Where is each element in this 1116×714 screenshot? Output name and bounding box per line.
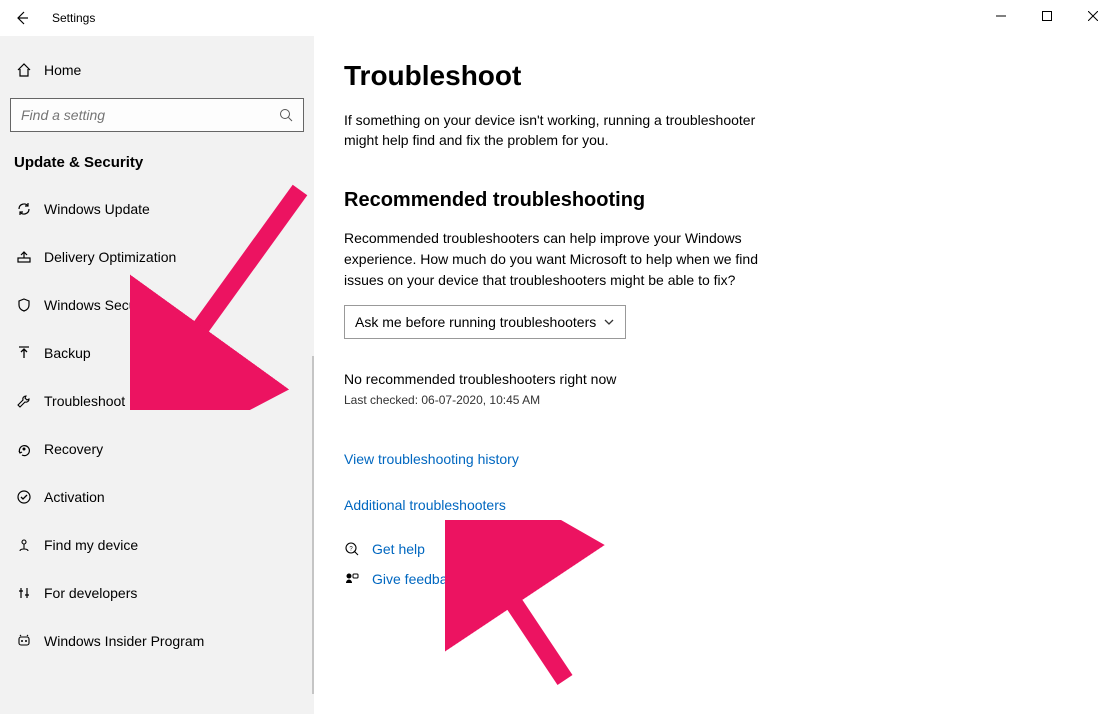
recommended-heading: Recommended troubleshooting [344, 189, 1086, 212]
search-icon [279, 108, 293, 122]
back-button[interactable] [0, 0, 44, 36]
give-feedback-row[interactable]: Give feedback [344, 571, 1086, 587]
developers-icon [16, 585, 44, 601]
sidebar-item-troubleshoot[interactable]: Troubleshoot [10, 377, 304, 425]
troubleshoot-preference-dropdown[interactable]: Ask me before running troubleshooters [344, 305, 626, 339]
close-icon [1088, 11, 1098, 21]
view-history-link[interactable]: View troubleshooting history [344, 451, 1086, 467]
svg-text:?: ? [349, 546, 353, 552]
sidebar-item-label: Delivery Optimization [44, 249, 176, 265]
sidebar-item-label: Activation [44, 489, 105, 505]
sidebar-item-delivery-optimization[interactable]: Delivery Optimization [10, 233, 304, 281]
sync-icon [16, 201, 44, 217]
last-checked: Last checked: 06-07-2020, 10:45 AM [344, 393, 1086, 407]
sidebar-item-label: Find my device [44, 537, 138, 553]
recommended-paragraph: Recommended troubleshooters can help imp… [344, 228, 774, 291]
recovery-icon [16, 441, 44, 457]
location-icon [16, 537, 44, 553]
window-title: Settings [52, 11, 95, 25]
shield-icon [16, 297, 44, 313]
wrench-icon [16, 393, 44, 409]
sidebar-item-label: For developers [44, 585, 137, 601]
sidebar-item-find-my-device[interactable]: Find my device [10, 521, 304, 569]
sidebar-item-label: Backup [44, 345, 91, 361]
sidebar: Home Update & Security Windows Update [0, 36, 314, 714]
sidebar-section-title: Update & Security [14, 154, 304, 171]
sidebar-item-backup[interactable]: Backup [10, 329, 304, 377]
sidebar-item-label: Windows Security [44, 297, 155, 313]
delivery-icon [16, 249, 44, 265]
minimize-icon [996, 11, 1006, 21]
feedback-icon [344, 571, 372, 587]
sidebar-item-windows-insider[interactable]: Windows Insider Program [10, 617, 304, 665]
sidebar-item-label: Recovery [44, 441, 103, 457]
back-arrow-icon [14, 10, 30, 26]
minimize-button[interactable] [978, 0, 1024, 32]
maximize-button[interactable] [1024, 0, 1070, 32]
sidebar-item-activation[interactable]: Activation [10, 473, 304, 521]
sidebar-home-label: Home [44, 62, 81, 78]
insider-icon [16, 633, 44, 649]
get-help-label: Get help [372, 541, 425, 557]
search-input-wrapper[interactable] [10, 98, 304, 132]
sidebar-item-windows-security[interactable]: Windows Security [10, 281, 304, 329]
home-icon [16, 62, 44, 78]
page-title: Troubleshoot [344, 60, 1086, 92]
sidebar-item-recovery[interactable]: Recovery [10, 425, 304, 473]
get-help-row[interactable]: ? Get help [344, 541, 1086, 557]
give-feedback-label: Give feedback [372, 571, 462, 587]
additional-troubleshooters-link[interactable]: Additional troubleshooters [344, 497, 1086, 513]
titlebar: Settings [0, 0, 1116, 36]
sidebar-item-label: Troubleshoot [44, 393, 125, 409]
maximize-icon [1042, 11, 1052, 21]
chevron-down-icon [603, 316, 615, 328]
sidebar-item-label: Windows Insider Program [44, 633, 204, 649]
check-circle-icon [16, 489, 44, 505]
dropdown-value: Ask me before running troubleshooters [355, 314, 596, 330]
sidebar-home[interactable]: Home [10, 48, 304, 92]
sidebar-item-windows-update[interactable]: Windows Update [10, 185, 304, 233]
backup-icon [16, 345, 44, 361]
search-input[interactable] [21, 107, 293, 123]
get-help-icon: ? [344, 541, 372, 557]
close-button[interactable] [1070, 0, 1116, 32]
sidebar-item-label: Windows Update [44, 201, 150, 217]
sidebar-item-for-developers[interactable]: For developers [10, 569, 304, 617]
main-content: Troubleshoot If something on your device… [314, 36, 1116, 714]
recommendation-status: No recommended troubleshooters right now [344, 371, 1086, 387]
intro-text: If something on your device isn't workin… [344, 110, 774, 151]
